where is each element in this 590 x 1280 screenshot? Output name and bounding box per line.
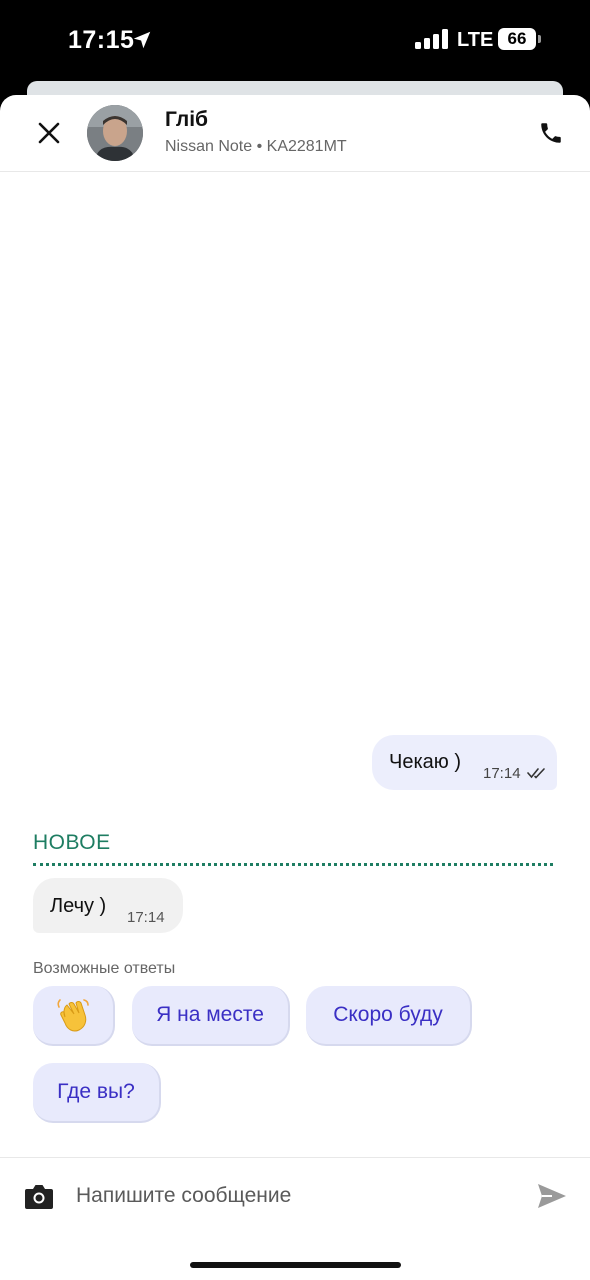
new-messages-label: НОВОЕ [33,831,111,854]
phone-icon[interactable] [538,120,564,146]
message-input[interactable] [76,1176,506,1216]
incoming-message: Лечу ) 17:14 [33,878,183,933]
car-info: Nissan Note • KA2281MT [165,138,347,155]
signal-bars-icon [415,29,448,49]
home-indicator[interactable] [190,1262,401,1268]
message-time: 17:14 [483,765,521,782]
double-check-icon [527,768,545,779]
waving-hand-icon [57,999,89,1032]
message-time: 17:14 [127,909,165,926]
new-messages-divider [33,863,553,866]
chat-header: Гліб Nissan Note • KA2281MT [0,95,590,172]
quick-reply-soon[interactable]: Скоро буду [306,986,472,1046]
send-icon[interactable] [536,1182,568,1210]
quick-reply-here[interactable]: Я на месте [132,986,290,1046]
location-arrow-icon [133,31,151,49]
message-text: Чекаю ) [389,751,461,773]
status-bar: 17:15 LTE 66 [0,0,590,82]
close-icon[interactable] [36,120,62,146]
message-composer [0,1157,590,1233]
status-time: 17:15 [68,26,135,54]
camera-icon[interactable] [24,1182,54,1210]
quick-reply-where[interactable]: Где вы? [33,1063,161,1123]
chat-sheet: Гліб Nissan Note • KA2281MT Чекаю ) 17:1… [0,95,590,1280]
battery-nub [538,35,541,43]
network-type: LTE [457,29,494,51]
driver-name: Гліб [165,108,209,131]
avatar-image [87,105,143,161]
battery-indicator: 66 [498,28,536,50]
message-text: Лечу ) [50,895,107,917]
avatar [87,105,143,161]
quick-reply-wave[interactable] [33,986,115,1046]
outgoing-message: Чекаю ) 17:14 [372,735,557,790]
quick-replies-label: Возможные ответы [33,960,176,977]
